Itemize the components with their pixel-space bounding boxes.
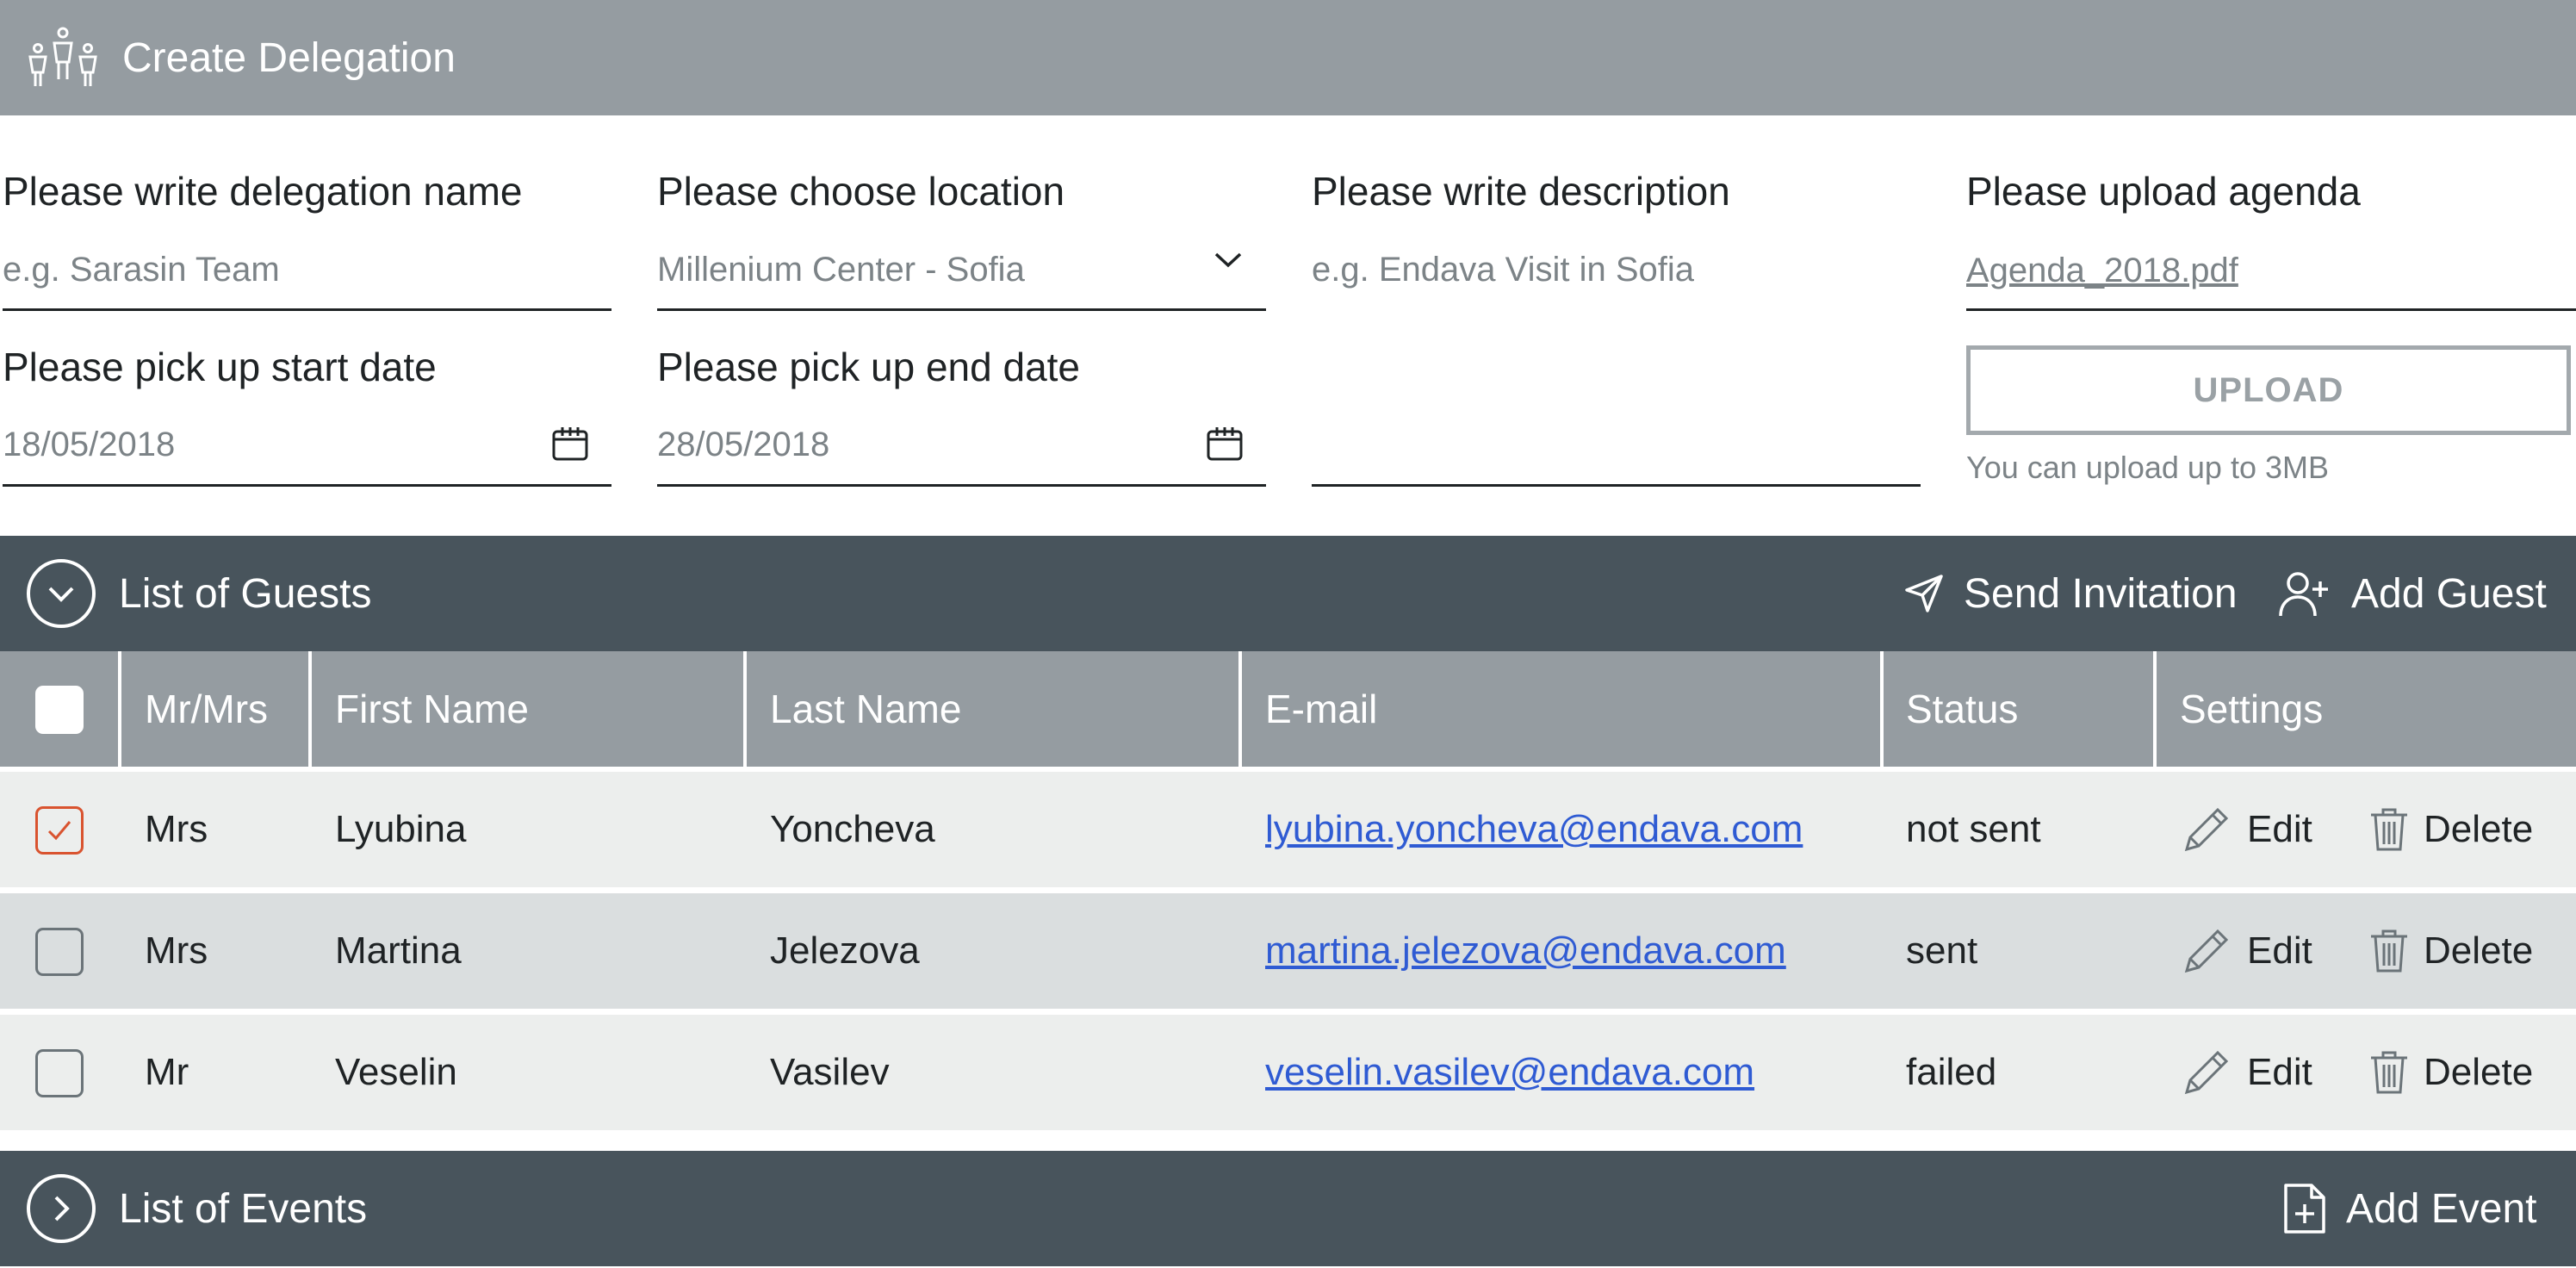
send-invitation-label: Send Invitation xyxy=(1964,570,2238,617)
start-date-underline xyxy=(3,484,611,487)
guest-status: failed xyxy=(1906,1051,1997,1093)
upload-button[interactable]: UPLOAD xyxy=(1966,345,2571,435)
row-checkbox[interactable] xyxy=(35,928,84,976)
guest-title: Mr xyxy=(145,1051,189,1093)
column-header-email: E-mail xyxy=(1265,687,1378,731)
guest-last-name: Vasilev xyxy=(770,1051,890,1093)
column-separator xyxy=(1238,651,1242,767)
guest-title: Mrs xyxy=(145,929,208,972)
chevron-down-icon[interactable] xyxy=(1213,250,1244,270)
delegation-people-icon xyxy=(28,27,97,86)
events-section-title: List of Events xyxy=(119,1186,368,1232)
row-checkbox[interactable] xyxy=(35,1049,84,1097)
column-header-settings: Settings xyxy=(2180,687,2324,731)
guest-email-link[interactable]: lyubina.yoncheva@endava.com xyxy=(1265,772,1803,887)
column-separator xyxy=(2153,651,2157,767)
edit-label: Edit xyxy=(2247,1051,2312,1093)
column-separator xyxy=(1880,651,1884,767)
column-separator xyxy=(743,651,747,767)
agenda-underline xyxy=(1966,308,2576,311)
delete-label: Delete xyxy=(2424,1051,2534,1093)
delete-button[interactable]: Delete xyxy=(2368,800,2533,859)
trash-icon xyxy=(2371,929,2407,973)
column-separator xyxy=(308,651,312,767)
location-select[interactable]: Millenium Center - Sofia xyxy=(657,246,1208,298)
guests-section-bar: List of Guests Send Invitation Add Guest xyxy=(0,536,2576,651)
trash-icon xyxy=(2371,808,2407,851)
upload-hint: You can upload up to 3MB xyxy=(1966,450,2329,485)
column-header-last-name: Last Name xyxy=(770,687,962,731)
location-label: Please choose location xyxy=(657,169,1065,214)
pencil-icon xyxy=(2184,929,2229,973)
select-all-checkbox[interactable] xyxy=(35,686,84,734)
guest-last-name: Jelezova xyxy=(770,929,920,972)
column-header-title: Mr/Mrs xyxy=(145,687,269,731)
delete-label: Delete xyxy=(2424,929,2534,972)
table-row: Mrs Martina Jelezova martina.jelezova@en… xyxy=(0,893,2576,1009)
guest-first-name: Martina xyxy=(335,929,462,972)
pencil-icon xyxy=(2184,1050,2229,1095)
location-underline xyxy=(657,308,1266,311)
add-event-button[interactable]: Add Event xyxy=(2282,1173,2536,1244)
guest-title: Mrs xyxy=(145,808,208,850)
delegation-name-input[interactable]: e.g. Sarasin Team xyxy=(3,246,605,298)
edit-button[interactable]: Edit xyxy=(2180,800,2312,859)
add-guest-button[interactable]: Add Guest xyxy=(2277,558,2547,629)
edit-button[interactable]: Edit xyxy=(2180,1043,2312,1102)
guest-email-link[interactable]: veselin.vasilev@endava.com xyxy=(1265,1015,1754,1130)
edit-label: Edit xyxy=(2247,808,2312,850)
checkmark-icon xyxy=(47,821,71,841)
trash-icon xyxy=(2371,1051,2407,1094)
description-textarea[interactable]: e.g. Endava Visit in Sofia xyxy=(1312,246,1915,470)
end-date-input[interactable]: 28/05/2018 xyxy=(657,421,1191,473)
page-title: Create Delegation xyxy=(122,35,456,81)
guest-status: sent xyxy=(1906,929,1978,972)
table-row: Mr Veselin Vasilev veselin.vasilev@endav… xyxy=(0,1015,2576,1130)
edit-button[interactable]: Edit xyxy=(2180,922,2312,980)
add-guest-label: Add Guest xyxy=(2351,570,2547,617)
add-event-label: Add Event xyxy=(2346,1185,2537,1232)
guest-email-link[interactable]: martina.jelezova@endava.com xyxy=(1265,893,1786,1009)
description-label: Please write description xyxy=(1312,169,1730,214)
guest-first-name: Veselin xyxy=(335,1051,457,1093)
end-date-label: Please pick up end date xyxy=(657,345,1081,389)
start-date-label: Please pick up start date xyxy=(3,345,437,389)
edit-label: Edit xyxy=(2247,929,2312,972)
column-header-first-name: First Name xyxy=(335,687,529,731)
agenda-label: Please upload agenda xyxy=(1966,169,2361,214)
description-underline xyxy=(1312,484,1921,487)
add-file-icon xyxy=(2284,1184,2325,1234)
guests-section-title: List of Guests xyxy=(119,571,372,617)
chevron-right-circle-icon[interactable] xyxy=(26,1173,96,1244)
pencil-icon xyxy=(2184,807,2229,852)
calendar-icon[interactable] xyxy=(1206,426,1244,462)
end-date-underline xyxy=(657,484,1266,487)
send-icon xyxy=(1905,575,1943,612)
add-user-icon xyxy=(2279,572,2328,617)
chevron-down-circle-icon[interactable] xyxy=(26,558,96,629)
send-invitation-button[interactable]: Send Invitation xyxy=(1903,558,2238,629)
delegation-name-underline xyxy=(3,308,611,311)
guests-table-header: Mr/Mrs First Name Last Name E-mail Statu… xyxy=(0,651,2576,767)
guest-last-name: Yoncheva xyxy=(770,808,935,850)
row-checkbox[interactable] xyxy=(35,806,84,855)
delegation-name-label: Please write delegation name xyxy=(3,169,523,214)
column-separator xyxy=(118,651,121,767)
guest-first-name: Lyubina xyxy=(335,808,467,850)
column-header-status: Status xyxy=(1906,687,2019,731)
start-date-input[interactable]: 18/05/2018 xyxy=(3,421,537,473)
delete-button[interactable]: Delete xyxy=(2368,1043,2533,1102)
guest-status: not sent xyxy=(1906,808,2041,850)
table-row: Mrs Lyubina Yoncheva lyubina.yoncheva@en… xyxy=(0,772,2576,887)
events-section-bar: List of Events Add Event xyxy=(0,1151,2576,1266)
delete-button[interactable]: Delete xyxy=(2368,922,2533,980)
calendar-icon[interactable] xyxy=(551,426,589,462)
delete-label: Delete xyxy=(2424,808,2534,850)
agenda-file-link[interactable]: Agenda_2018.pdf xyxy=(1966,247,2238,294)
page-header: Create Delegation xyxy=(0,0,2576,115)
